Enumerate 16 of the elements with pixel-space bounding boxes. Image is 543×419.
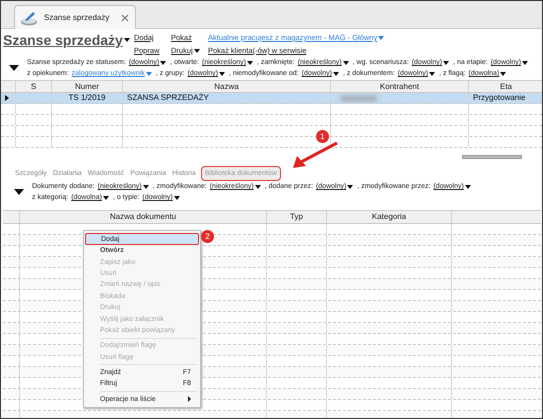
column-header[interactable]: Typ xyxy=(267,211,327,223)
column-header[interactable]: Eta xyxy=(469,81,542,92)
window-tab[interactable]: Szanse sprzedaży xyxy=(14,5,136,29)
table-cell: Przygotowanie xyxy=(473,93,526,103)
column-header[interactable]: Nazwa xyxy=(123,81,331,92)
table-cell: SZANSA SPRZEDAŻY xyxy=(127,93,209,103)
page-title[interactable]: Szanse sprzedaży xyxy=(3,32,131,48)
step-badge: 2 xyxy=(201,230,214,243)
column-header[interactable]: S xyxy=(16,81,52,92)
table-cell: TS 1/2019 xyxy=(68,93,106,103)
column-header[interactable]: Nazwa dokumentu xyxy=(20,211,267,223)
step-badge: 1 xyxy=(316,130,329,143)
table-row[interactable]: TS 1/2019 SZANSA SPRZEDAŻY Przygotowanie xyxy=(1,93,542,104)
column-header[interactable]: Kontrahent xyxy=(331,81,469,92)
column-header[interactable]: Numer xyxy=(52,81,123,92)
column-header[interactable]: Kategoria xyxy=(327,211,452,223)
